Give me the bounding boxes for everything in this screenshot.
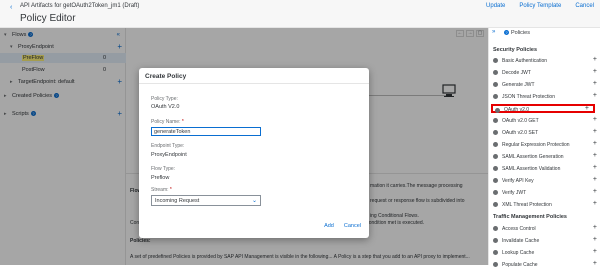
page-header: ‹ API Artifacts for getOAuth2Token_jm1 (…: [0, 0, 600, 28]
expand-panel-icon[interactable]: »: [492, 29, 495, 35]
policy-label: Verify API Key: [502, 178, 534, 184]
policy-label: Invalidate Cache: [502, 238, 540, 244]
security-policy-item[interactable]: OAuth v2.0 GET +: [489, 116, 600, 125]
policy-label: Decode JWT: [502, 70, 531, 76]
policy-icon: [493, 130, 498, 135]
add-button[interactable]: Add: [324, 223, 334, 229]
policy-label: JSON Threat Protection: [502, 94, 555, 100]
security-policy-item[interactable]: Decode JWT +: [489, 68, 600, 77]
policy-icon: [493, 118, 498, 123]
endpoint-type-value: ProxyEndpoint: [151, 152, 187, 158]
security-policy-item[interactable]: Generate JWT +: [489, 80, 600, 89]
security-policy-item[interactable]: SAML Assertion Generation +: [489, 152, 600, 161]
add-policy-icon[interactable]: +: [593, 164, 597, 171]
add-policy-icon[interactable]: +: [593, 56, 597, 63]
policy-icon: [493, 142, 498, 147]
update-button[interactable]: Update: [486, 3, 505, 9]
dialog-actions: Add Cancel: [324, 223, 361, 229]
add-policy-icon[interactable]: +: [593, 224, 597, 231]
create-policy-dialog: Create Policy Policy Type: OAuth V2.0 Po…: [139, 68, 369, 238]
stream-select[interactable]: Incoming Request ⌄: [151, 195, 261, 206]
add-policy-icon[interactable]: +: [593, 116, 597, 123]
add-policy-icon[interactable]: +: [593, 188, 597, 195]
stream-label: Stream: *: [151, 187, 172, 193]
policy-icon: [493, 70, 498, 75]
add-policy-icon[interactable]: +: [593, 140, 597, 147]
policy-label: OAuth v2.0 GET: [502, 118, 539, 124]
traffic-policy-item[interactable]: Access Control +: [489, 224, 600, 233]
divider: [139, 83, 369, 84]
cancel-button[interactable]: Cancel: [575, 3, 594, 9]
policy-icon: [493, 250, 498, 255]
add-policy-icon[interactable]: +: [593, 236, 597, 243]
security-policy-item[interactable]: OAuth v2.0 SET +: [489, 128, 600, 137]
back-icon[interactable]: ‹: [10, 4, 18, 12]
security-policy-item[interactable]: Regular Expression Protection +: [489, 140, 600, 149]
add-policy-icon[interactable]: +: [593, 200, 597, 207]
flow-type-label: Flow Type:: [151, 166, 176, 172]
security-policy-item[interactable]: OAuth v2.0 +: [491, 104, 595, 113]
add-policy-icon[interactable]: +: [593, 80, 597, 87]
policy-label: OAuth v2.0 SET: [502, 130, 539, 136]
policy-icon: [493, 94, 498, 99]
traffic-policies-title: Traffic Management Policies: [493, 214, 567, 220]
security-policy-item[interactable]: JSON Threat Protection +: [489, 92, 600, 101]
policy-label: Regular Expression Protection: [502, 142, 570, 148]
security-policy-item[interactable]: SAML Assertion Validation +: [489, 164, 600, 173]
security-policy-item[interactable]: XML Threat Protection +: [489, 200, 600, 209]
policy-name-label: Policy Name: *: [151, 119, 184, 125]
policy-icon: [495, 108, 500, 113]
policy-icon: [493, 58, 498, 63]
policy-type-label: Policy Type:: [151, 96, 178, 102]
add-policy-icon[interactable]: +: [593, 128, 597, 135]
security-policies-title: Security Policies: [493, 47, 538, 53]
dialog-title: Create Policy: [145, 73, 187, 80]
add-policy-icon[interactable]: +: [593, 176, 597, 183]
policies-panel: » ? Policies Security Policies Basic Aut…: [488, 28, 600, 268]
policy-label: Verify JWT: [502, 190, 527, 196]
add-policy-icon[interactable]: +: [593, 260, 597, 267]
policy-type-value: OAuth V2.0: [151, 104, 180, 110]
add-policy-icon[interactable]: +: [593, 152, 597, 159]
policy-label: Lookup Cache: [502, 250, 535, 256]
add-policy-icon[interactable]: +: [593, 248, 597, 255]
policy-label: SAML Assertion Generation: [502, 154, 564, 160]
security-policy-item[interactable]: Verify JWT +: [489, 188, 600, 197]
add-policy-icon[interactable]: +: [593, 92, 597, 99]
policy-icon: [493, 238, 498, 243]
stream-select-value: Incoming Request: [155, 198, 200, 204]
policy-label: XML Threat Protection: [502, 202, 552, 208]
security-policy-item[interactable]: Verify API Key +: [489, 176, 600, 185]
traffic-policy-item[interactable]: Lookup Cache +: [489, 248, 600, 257]
page-title: Policy Editor: [20, 13, 76, 24]
policies-title: Policies: [511, 30, 530, 36]
endpoint-type-label: Endpoint Type:: [151, 143, 185, 149]
help-icon[interactable]: ?: [504, 30, 509, 35]
add-policy-icon[interactable]: +: [593, 68, 597, 75]
policy-icon: [493, 226, 498, 231]
policy-icon: [493, 202, 498, 207]
breadcrumb[interactable]: API Artifacts for getOAuth2Token_jm1 (Dr…: [20, 3, 139, 9]
policy-icon: [493, 178, 498, 183]
policy-template-button[interactable]: Policy Template: [519, 3, 561, 9]
policy-label: OAuth v2.0: [504, 107, 530, 113]
policy-name-input[interactable]: [151, 127, 261, 136]
policy-label: Access Control: [502, 226, 536, 232]
traffic-policy-item[interactable]: Invalidate Cache +: [489, 236, 600, 245]
policy-label: Populate Cache: [502, 262, 538, 268]
dialog-cancel-button[interactable]: Cancel: [344, 223, 361, 229]
policy-icon: [493, 154, 498, 159]
add-policy-icon[interactable]: +: [585, 105, 589, 112]
policies-panel-header: » ? Policies: [489, 28, 600, 39]
policy-icon: [493, 190, 498, 195]
policy-label: SAML Assertion Validation: [502, 166, 561, 172]
header-actions: Update Policy Template Cancel: [486, 3, 594, 9]
security-policy-item[interactable]: Basic Authentication +: [489, 56, 600, 65]
chevron-down-icon[interactable]: ⌄: [252, 197, 257, 204]
policy-label: Basic Authentication: [502, 58, 548, 64]
policy-icon: [493, 82, 498, 87]
flow-type-value: Preflow: [151, 175, 170, 181]
policy-icon: [493, 166, 498, 171]
policy-label: Generate JWT: [502, 82, 535, 88]
